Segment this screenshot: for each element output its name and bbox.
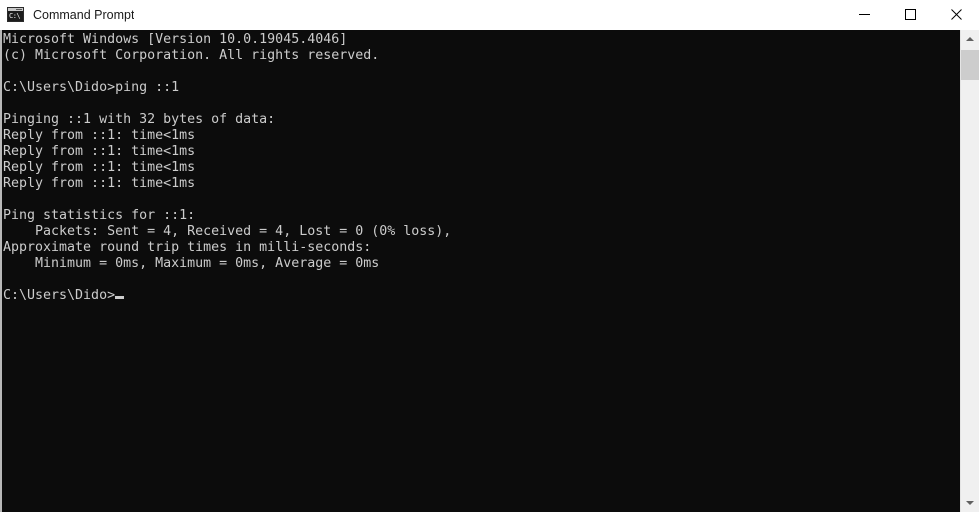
terminal-line: Reply from ::1: time<1ms <box>3 160 196 175</box>
chevron-down-icon <box>966 501 974 505</box>
terminal-line: (c) Microsoft Corporation. All rights re… <box>3 48 380 63</box>
window-controls <box>841 0 979 30</box>
titlebar-left: C:\ Command Prompt <box>0 0 841 29</box>
minimize-button[interactable] <box>841 0 887 30</box>
terminal-line: Approximate round trip times in milli-se… <box>3 240 372 255</box>
terminal-line: Pinging ::1 with 32 bytes of data: <box>3 112 276 127</box>
maximize-button[interactable] <box>887 0 933 30</box>
terminal-line: C:\Users\Dido> <box>3 288 960 304</box>
terminal-prompt: C:\Users\Dido> <box>3 288 116 303</box>
close-button[interactable] <box>933 0 979 30</box>
terminal-line: Reply from ::1: time<1ms <box>3 128 196 143</box>
terminal-line: Minimum = 0ms, Maximum = 0ms, Average = … <box>3 256 380 271</box>
terminal-line: C:\Users\Dido>ping ::1 <box>3 80 180 95</box>
terminal-line: Reply from ::1: time<1ms <box>3 176 196 191</box>
chevron-up-icon <box>966 37 974 41</box>
minimize-icon <box>858 14 870 15</box>
scrollbar-track[interactable] <box>961 48 979 494</box>
terminal-cursor <box>115 296 125 299</box>
maximize-icon <box>904 9 916 20</box>
console-icon: C:\ <box>7 7 24 22</box>
command-prompt-window: C:\ Command Prompt Microsoft Windows [Ve… <box>0 0 979 512</box>
close-icon <box>950 9 962 20</box>
console-icon-text: C:\ <box>8 11 23 21</box>
titlebar[interactable]: C:\ Command Prompt <box>0 0 979 30</box>
scroll-up-button[interactable] <box>961 30 979 48</box>
terminal-lines: Microsoft Windows [Version 10.0.19045.40… <box>2 30 960 304</box>
terminal-line: Packets: Sent = 4, Received = 4, Lost = … <box>3 224 452 239</box>
scroll-down-button[interactable] <box>961 494 979 512</box>
terminal-line: Ping statistics for ::1: <box>3 208 196 223</box>
window-title: Command Prompt <box>33 7 135 22</box>
scrollbar-thumb[interactable] <box>961 50 979 80</box>
terminal-line: Reply from ::1: time<1ms <box>3 144 196 159</box>
terminal-line: Microsoft Windows [Version 10.0.19045.40… <box>3 32 348 47</box>
vertical-scrollbar[interactable] <box>960 30 979 512</box>
terminal-output-area[interactable]: Microsoft Windows [Version 10.0.19045.40… <box>0 30 960 512</box>
